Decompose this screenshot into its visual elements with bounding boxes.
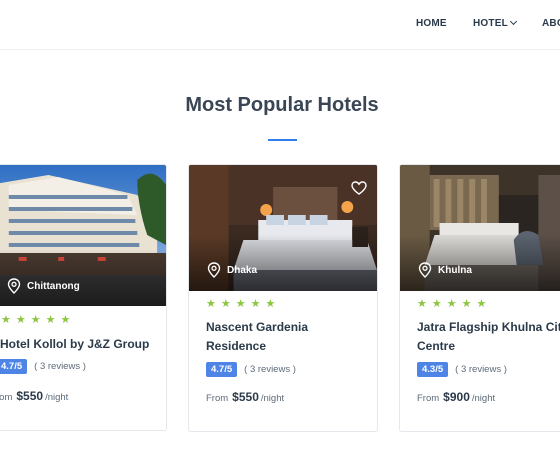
price-row: From $550/night [206,390,284,404]
hotel-location: Dhaka [207,262,257,278]
hotel-location: Khulna [418,262,472,278]
rating-row: 4.7/5 ( 3 reviews ) [206,362,296,377]
hotel-name-link[interactable]: Hotel Kollol by J&Z Group [0,335,149,354]
price-row: rom$550/night [0,389,68,403]
hotel-location: Chittanong [7,278,80,294]
map-pin-icon [207,262,221,278]
rating-row: 4.3/5 ( 3 reviews ) [417,362,507,377]
hotel-name-line-2: Centre [417,339,456,353]
price-prefix: From [417,393,440,404]
price-prefix: rom [0,392,13,403]
price-prefix: From [206,393,229,404]
map-pin-icon [7,278,21,294]
hotel-card[interactable]: Khulna ★★★★★ Jatra Flagship Khulna Cit Ce… [399,164,560,432]
hotel-name-link[interactable]: Nascent Gardenia Residence [206,318,308,356]
star-rating: ★★★★★ [1,314,76,326]
heart-icon[interactable] [351,181,367,195]
top-navbar: HOME HOTEL ABO [0,0,560,50]
price-unit: /night [260,393,285,404]
hotel-card[interactable]: Chittanong ★★★★★ Hotel Kollol by J&Z Gro… [0,164,167,431]
review-count: ( 3 reviews ) [455,364,507,375]
hotel-location-label: Dhaka [227,264,258,276]
hotel-card[interactable]: Dhaka ★★★★★ Nascent Gardenia Residence 4.… [188,164,378,432]
hotel-name-line-1: Jatra Flagship Khulna Cit [417,320,560,334]
rating-badge: 4.3/5 [417,362,449,377]
price-value: $550 [232,390,259,404]
hotel-location-label: Chittanong [27,280,80,292]
price-unit: /night [471,393,496,404]
rating-badge: 4.7/5 [206,362,238,377]
hotel-name-line-1: Nascent Gardenia [206,320,309,334]
hotel-name-line-2: Residence [206,339,267,353]
hotel-name-link[interactable]: Jatra Flagship Khulna Cit Centre [417,318,560,356]
nav-hotel-label: HOTEL [473,18,508,29]
price-value: $550 [16,389,44,403]
review-count: ( 3 reviews ) [244,364,296,375]
nav-hotel-dropdown[interactable]: HOTEL [473,17,517,29]
price-row: From $900/night [417,390,495,404]
star-rating: ★★★★★ [417,298,492,310]
price-unit: /night [45,392,69,403]
hotel-location-label: Khulna [438,264,472,276]
review-count: ( 3 reviews ) [34,361,86,372]
map-pin-icon [418,262,432,278]
rating-row: 4.7/5 ( 3 reviews ) [0,359,86,374]
nav-home-link[interactable]: HOME [416,18,447,29]
price-value: $900 [443,390,470,404]
rating-badge: 4.7/5 [0,359,28,374]
title-underline [268,139,297,141]
chevron-down-icon [509,17,517,26]
nav-about-link[interactable]: ABO [542,18,560,29]
section-title: Most Popular Hotels [185,94,379,116]
star-rating: ★★★★★ [206,298,281,310]
